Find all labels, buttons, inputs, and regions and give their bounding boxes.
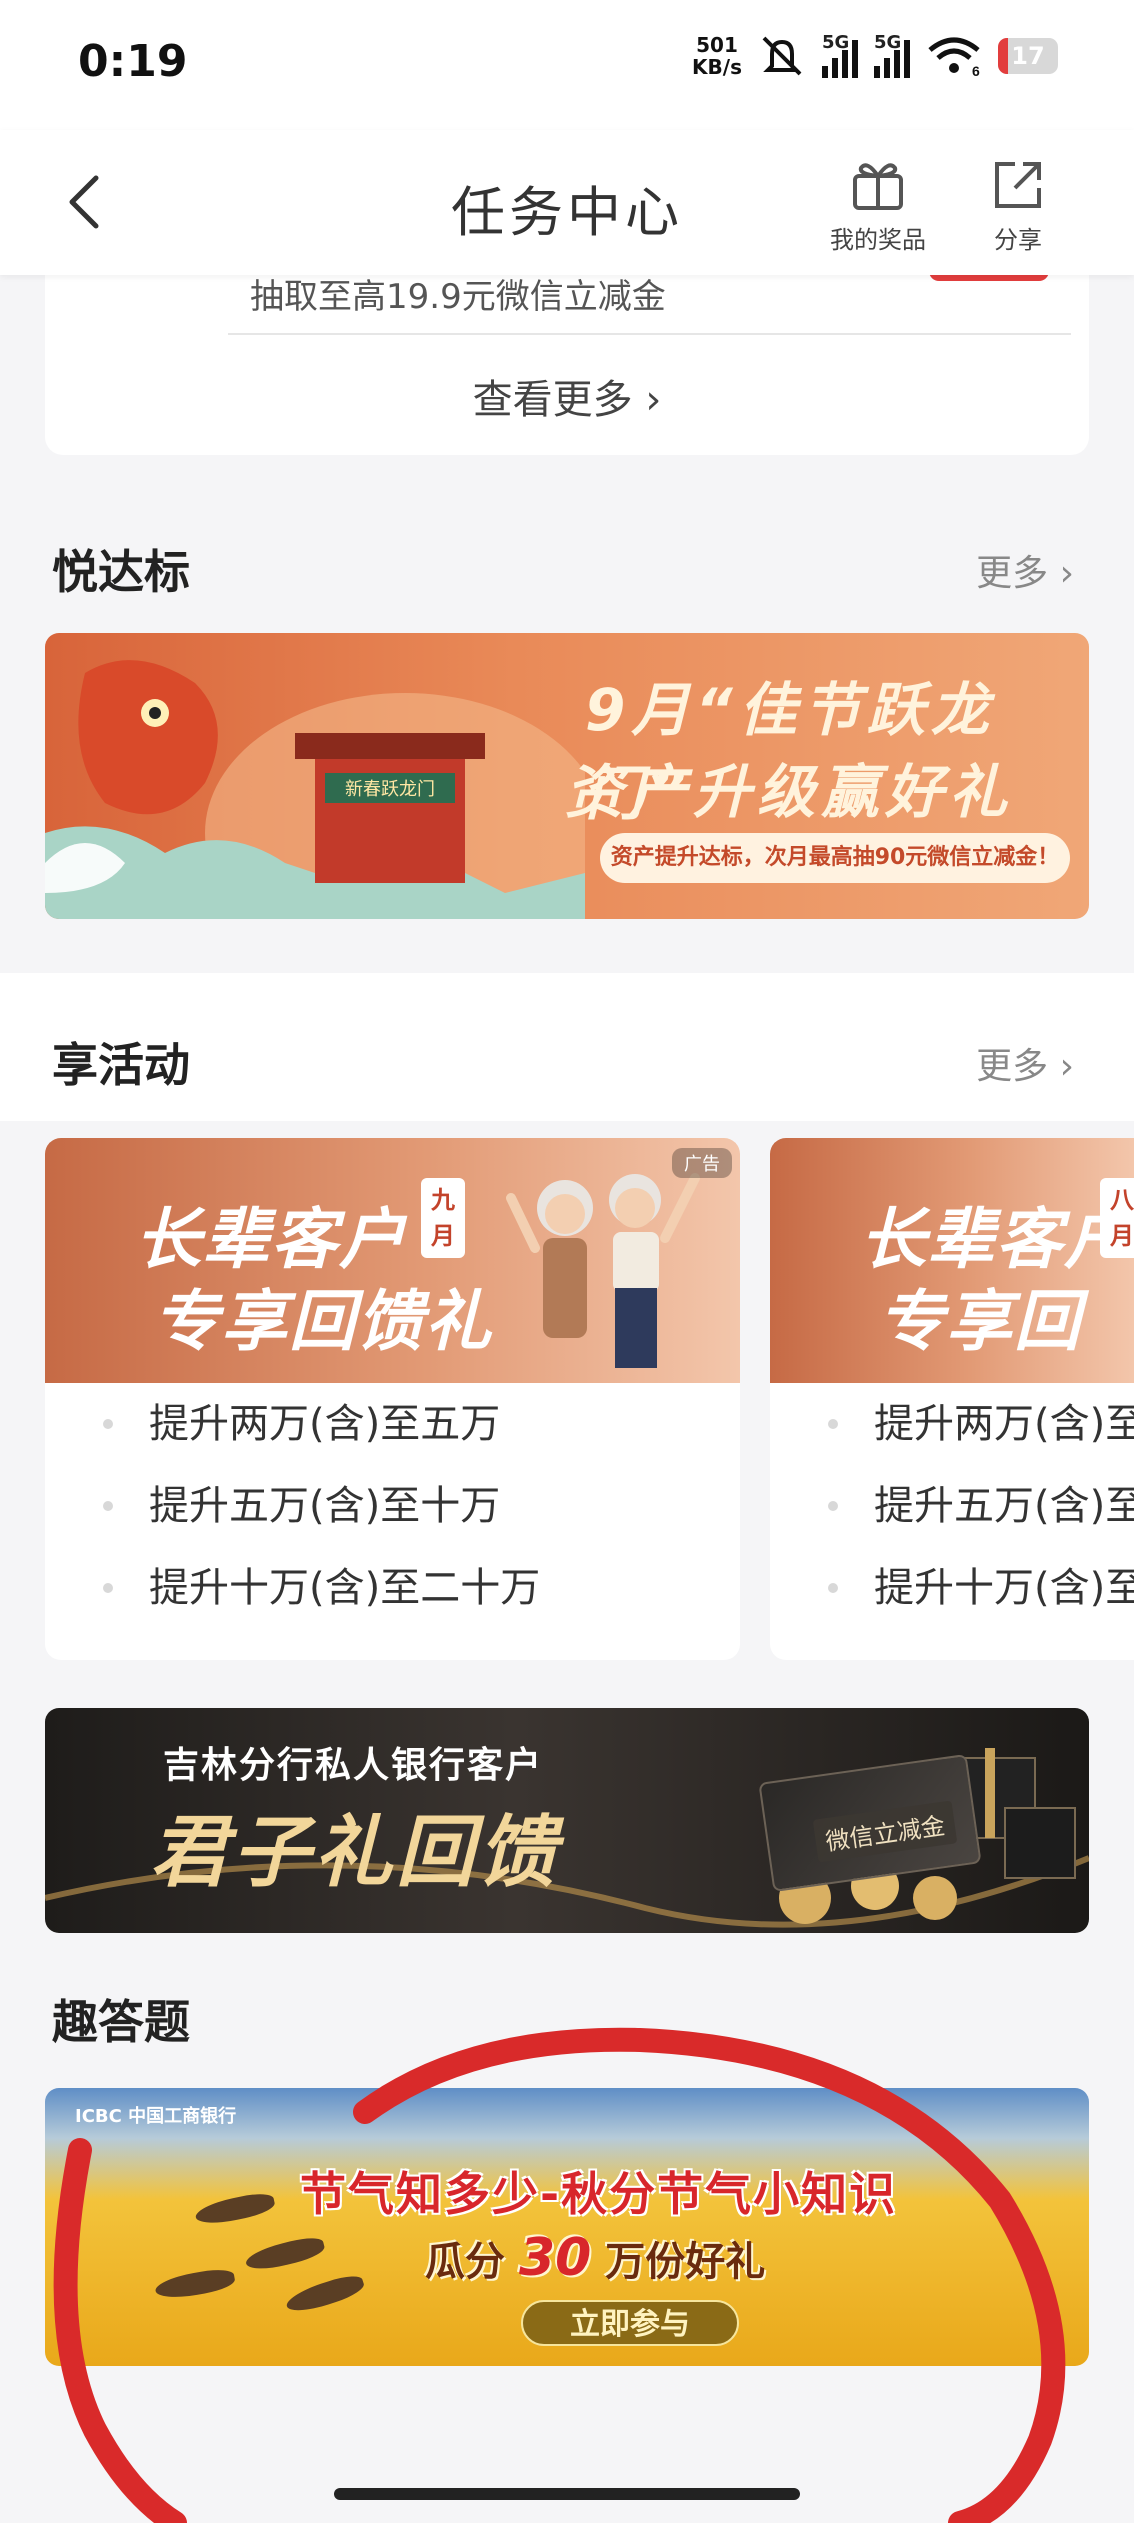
nav-bar: 任务中心 我的奖品 分享 xyxy=(0,130,1134,275)
network-speed-unit: KB/s xyxy=(692,55,742,79)
activity-list: 提升两万(含)至 提升五万(含)至 提升十万(含)至 xyxy=(770,1383,1134,1629)
gift-icon xyxy=(853,163,903,210)
more-label: 更多 xyxy=(976,1046,1049,1087)
prize-suffix: 万份好礼 xyxy=(605,2239,766,2285)
share-icon xyxy=(995,162,1041,208)
battery-level: 17 xyxy=(1011,42,1045,70)
section-title: 享活动 xyxy=(52,1038,190,1092)
list-item: 提升十万(含)至 xyxy=(770,1547,1134,1629)
activity-card-image: 长辈客户 专享回馈礼 八月 xyxy=(770,1138,1134,1456)
chevron-right-icon: › xyxy=(645,377,662,423)
signal-label-1: 5G xyxy=(822,32,850,53)
task-list-card: 抽取至高19.9元微信立减金 查看更多 › xyxy=(45,269,1089,455)
network-speed: 501 KB/s xyxy=(692,34,742,78)
list-item: 提升五万(含)至十万 xyxy=(45,1465,740,1547)
status-time: 0:19 xyxy=(78,36,188,87)
more-label: 更多 xyxy=(976,553,1049,594)
battery-icon: 17 xyxy=(998,38,1058,74)
signal-5g-icon-1: 5G xyxy=(822,32,858,78)
bullet-icon xyxy=(828,1501,838,1511)
my-prizes-button[interactable]: 我的奖品 xyxy=(818,156,938,255)
list-item-text: 提升五万(含)至十万 xyxy=(149,1483,501,1529)
list-item: 提升五万(含)至 xyxy=(770,1465,1134,1547)
wifi-label: 6 xyxy=(972,63,980,78)
section-header-quiz: 趣答题 xyxy=(0,1960,1134,2060)
divider xyxy=(228,333,1071,335)
list-item: 提升两万(含)至五万 xyxy=(45,1383,740,1465)
list-item: 提升十万(含)至二十万 xyxy=(45,1547,740,1629)
network-speed-value: 501 xyxy=(696,33,738,57)
status-bar: 0:19 501 KB/s 5G 5G 6 17 xyxy=(0,0,1134,130)
activity-card[interactable]: 长辈客户 专享回馈礼 九月 广告 提升两万(含)至五万 提升五万(含)至十万 提… xyxy=(45,1138,740,1660)
my-prizes-label: 我的奖品 xyxy=(830,226,926,254)
activity-list: 提升两万(含)至五万 提升五万(含)至十万 提升十万(含)至二十万 xyxy=(45,1383,740,1629)
bullet-icon xyxy=(103,1419,113,1429)
dragon-gate-illustration: 新春跃龙门 xyxy=(45,660,585,919)
month-seal: 九月 xyxy=(421,1178,465,1258)
section-title: 悦达标 xyxy=(52,545,190,599)
icbc-logo: ICBC 中国工商银行 xyxy=(75,2106,237,2127)
svg-text:新春跃龙门: 新春跃龙门 xyxy=(345,779,435,800)
promo-banner-asset-upgrade[interactable]: 新春跃龙门 9月“佳节跃龙门” 资产升级赢好礼 资产提升达标，次月最高抽90元微… xyxy=(45,633,1089,919)
chevron-right-icon: › xyxy=(1059,553,1074,594)
list-item-text: 提升五万(含)至 xyxy=(874,1483,1134,1529)
activity-card[interactable]: 长辈客户 专享回馈礼 八月 提升两万(含)至 提升五万(含)至 提升十万(含)至 xyxy=(770,1138,1134,1660)
more-link[interactable]: 更多 › xyxy=(976,1037,1074,1089)
activity-title-2: 专享回馈礼 xyxy=(153,1283,493,1360)
bullet-icon xyxy=(103,1583,113,1593)
ad-tag: 广告 xyxy=(672,1148,732,1178)
mute-icon xyxy=(762,36,802,76)
join-now-button[interactable]: 立即参与 xyxy=(521,2300,739,2346)
goose-icon xyxy=(193,2189,277,2229)
banner-headline-2: 资产升级赢好礼 xyxy=(565,758,1014,826)
banner-headline-2: 君子礼回馈 xyxy=(150,1808,561,1898)
section-title: 趣答题 xyxy=(52,1995,190,2049)
home-indicator[interactable] xyxy=(334,2488,800,2500)
section-header-yuedabiao: 悦达标 更多 › xyxy=(0,510,1134,610)
bullet-icon xyxy=(828,1583,838,1593)
wifi-icon: 6 xyxy=(928,37,980,78)
list-item-text: 提升两万(含)至五万 xyxy=(149,1401,501,1447)
share-button[interactable]: 分享 xyxy=(958,156,1078,255)
bullet-icon xyxy=(103,1501,113,1511)
promo-banner-private-banking[interactable]: 吉林分行私人银行客户 君子礼回馈 微信立减金 xyxy=(45,1708,1089,1933)
share-label: 分享 xyxy=(994,226,1042,254)
list-item-text: 提升十万(含)至二十万 xyxy=(149,1565,541,1611)
quiz-prize-line: 瓜分 30 万份好礼 xyxy=(425,2228,765,2288)
activity-card-image: 长辈客户 专享回馈礼 九月 广告 xyxy=(45,1138,740,1383)
chevron-right-icon: › xyxy=(1059,1046,1074,1087)
goose-icon xyxy=(243,2233,327,2275)
promo-banner-autumn-quiz[interactable]: ICBC 中国工商银行 节气知多少-秋分节气小知识 瓜分 30 万份好礼 立即参… xyxy=(45,2088,1089,2366)
signal-5g-icon-2: 5G xyxy=(874,32,910,78)
see-more-label: 查看更多 xyxy=(472,377,633,423)
list-item: 提升两万(含)至 xyxy=(770,1383,1134,1465)
section-header-activities: 享活动 更多 › xyxy=(0,1003,1134,1103)
see-more-link[interactable]: 查看更多 › xyxy=(45,367,1089,425)
goose-icon xyxy=(153,2266,237,2302)
quiz-headline: 节气知多少-秋分节气小知识 xyxy=(300,2167,898,2221)
signal-label-2: 5G xyxy=(874,32,902,53)
status-icons: 501 KB/s 5G 5G 6 17 xyxy=(692,32,1058,78)
prize-prefix: 瓜分 xyxy=(425,2239,505,2285)
list-item-text: 提升十万(含)至 xyxy=(874,1565,1134,1611)
banner-headline-1: 吉林分行私人银行客户 xyxy=(163,1745,544,1786)
prize-number: 30 xyxy=(518,2228,592,2288)
goose-icon xyxy=(283,2271,367,2317)
banner-subtitle: 资产提升达标，次月最高抽90元微信立减金！ xyxy=(600,833,1070,883)
month-seal: 八月 xyxy=(1100,1178,1134,1258)
task-desc-clipped: 抽取至高19.9元微信立减金 xyxy=(250,277,666,317)
bullet-icon xyxy=(828,1419,838,1429)
list-item-text: 提升两万(含)至 xyxy=(874,1401,1134,1447)
more-link[interactable]: 更多 › xyxy=(976,544,1074,596)
